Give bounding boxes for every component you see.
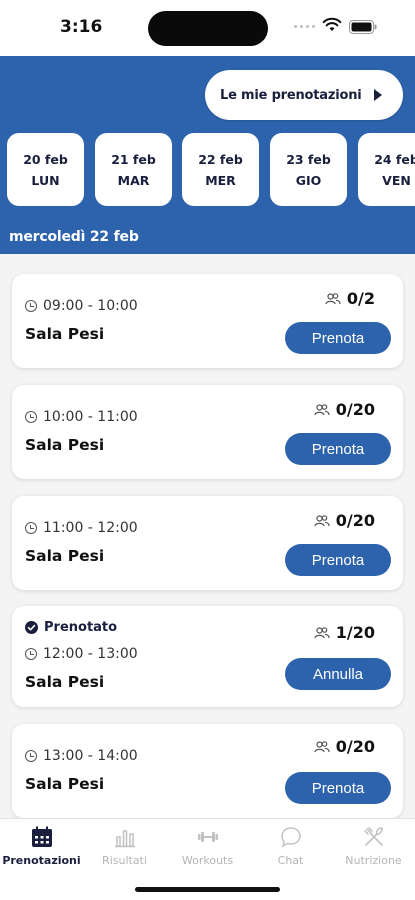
cancel-booking-button[interactable]: Annulla (285, 658, 391, 690)
day-name: GIO (295, 172, 322, 188)
dumbbell-icon (197, 832, 218, 842)
book-button[interactable]: Prenota (285, 322, 391, 354)
slot-card: 11:00 - 12:00 Sala Pesi 0/20 Prenota (12, 496, 403, 590)
day-date: 21 feb (111, 151, 156, 167)
calendar-icon (31, 826, 52, 847)
status-time: 3:16 (60, 17, 103, 37)
day-selector[interactable]: 20 feb LUN 21 feb MAR 22 feb MER 23 feb … (7, 133, 415, 207)
home-indicator (135, 887, 280, 892)
header: Le mie prenotazioni 20 feb LUN 21 feb MA… (0, 56, 415, 254)
day-card-lun[interactable]: 20 feb LUN (7, 133, 84, 206)
slot-time-text: 10:00 - 11:00 (43, 409, 138, 425)
tab-risultati[interactable]: Risultati (83, 825, 166, 867)
clock-icon (25, 522, 37, 534)
slot-card-booked: Prenotato 12:00 - 13:00 Sala Pesi 1/20 A… (12, 606, 403, 707)
tab-label: Workouts (181, 854, 234, 867)
slot-room: Sala Pesi (25, 673, 105, 691)
slot-room: Sala Pesi (25, 775, 105, 793)
people-icon (314, 403, 330, 415)
tab-chat[interactable]: Chat (249, 825, 332, 867)
tab-label: Risultati (102, 854, 147, 867)
day-name: VEN (382, 172, 411, 188)
clock-icon (25, 648, 37, 660)
day-card-mar[interactable]: 21 feb MAR (95, 133, 172, 206)
book-button[interactable]: Prenota (285, 772, 391, 804)
slot-capacity-value: 0/20 (335, 400, 375, 419)
day-card-ven[interactable]: 24 feb VEN (358, 133, 415, 206)
booked-label: Prenotato (44, 620, 118, 635)
check-circle-icon (25, 621, 38, 634)
slot-time-text: 11:00 - 12:00 (43, 520, 138, 536)
day-card-mer[interactable]: 22 feb MER (182, 133, 259, 206)
day-card-gio[interactable]: 23 feb GIO (270, 133, 347, 206)
slot-capacity-value: 0/20 (335, 737, 375, 756)
tab-prenotazioni[interactable]: Prenotazioni (0, 825, 83, 867)
day-date: 24 feb (374, 151, 415, 167)
slot-time-text: 12:00 - 13:00 (43, 646, 138, 662)
slot-capacity: 1/20 (314, 623, 375, 642)
slot-capacity: 0/20 (314, 511, 375, 530)
slot-time: 13:00 - 14:00 (25, 748, 138, 764)
slot-time-text: 13:00 - 14:00 (43, 748, 138, 764)
tab-label: Nutrizione (345, 854, 402, 867)
clock-icon (25, 411, 37, 423)
clock-icon (25, 750, 37, 762)
status-bar: 3:16 (0, 0, 415, 56)
slot-card: 13:00 - 14:00 Sala Pesi 0/20 Prenota (12, 724, 403, 818)
slot-capacity-value: 0/2 (346, 289, 375, 308)
slot-capacity-value: 0/20 (335, 511, 375, 530)
slot-capacity: 0/2 (325, 289, 375, 308)
slot-card: 10:00 - 11:00 Sala Pesi 0/20 Prenota (12, 385, 403, 479)
slot-time-text: 09:00 - 10:00 (43, 298, 138, 314)
people-icon (314, 626, 330, 638)
slot-time: 11:00 - 12:00 (25, 520, 138, 536)
slot-room: Sala Pesi (25, 436, 105, 454)
selected-date-label: mercoledì 22 feb (9, 229, 139, 245)
booked-badge: Prenotato (25, 620, 117, 635)
day-name: MAR (117, 172, 150, 188)
people-icon (325, 292, 341, 304)
slot-room: Sala Pesi (25, 547, 105, 565)
tab-label: Prenotazioni (2, 854, 81, 867)
people-icon (314, 740, 330, 752)
wifi-icon (322, 17, 342, 31)
cutlery-icon (363, 827, 383, 846)
battery-icon (349, 20, 377, 34)
book-button[interactable]: Prenota (285, 544, 391, 576)
tab-label: Chat (277, 854, 304, 867)
bar-chart-icon (114, 830, 135, 848)
slot-capacity: 0/20 (314, 400, 375, 419)
slot-time: 09:00 - 10:00 (25, 298, 138, 314)
slot-capacity: 0/20 (314, 737, 375, 756)
clock-icon (25, 300, 37, 312)
tab-workouts[interactable]: Workouts (166, 825, 249, 867)
play-icon (373, 89, 382, 101)
people-icon (314, 514, 330, 526)
tab-nutrizione[interactable]: Nutrizione (332, 825, 415, 867)
day-date: 23 feb (286, 151, 331, 167)
day-name: MER (205, 172, 236, 188)
my-bookings-button[interactable]: Le mie prenotazioni (205, 70, 403, 120)
book-button[interactable]: Prenota (285, 433, 391, 465)
day-date: 20 feb (23, 151, 68, 167)
slot-capacity-value: 1/20 (335, 623, 375, 642)
chat-bubble-icon (280, 827, 301, 848)
my-bookings-label: Le mie prenotazioni (220, 87, 362, 103)
day-date: 22 feb (198, 151, 243, 167)
slot-card: 09:00 - 10:00 Sala Pesi 0/2 Prenota (12, 274, 403, 368)
day-name: LUN (31, 172, 60, 188)
cellular-signal-icon (294, 25, 315, 28)
slot-time: 10:00 - 11:00 (25, 409, 138, 425)
dynamic-island (148, 11, 268, 46)
slot-room: Sala Pesi (25, 325, 105, 343)
slot-time: 12:00 - 13:00 (25, 646, 138, 662)
